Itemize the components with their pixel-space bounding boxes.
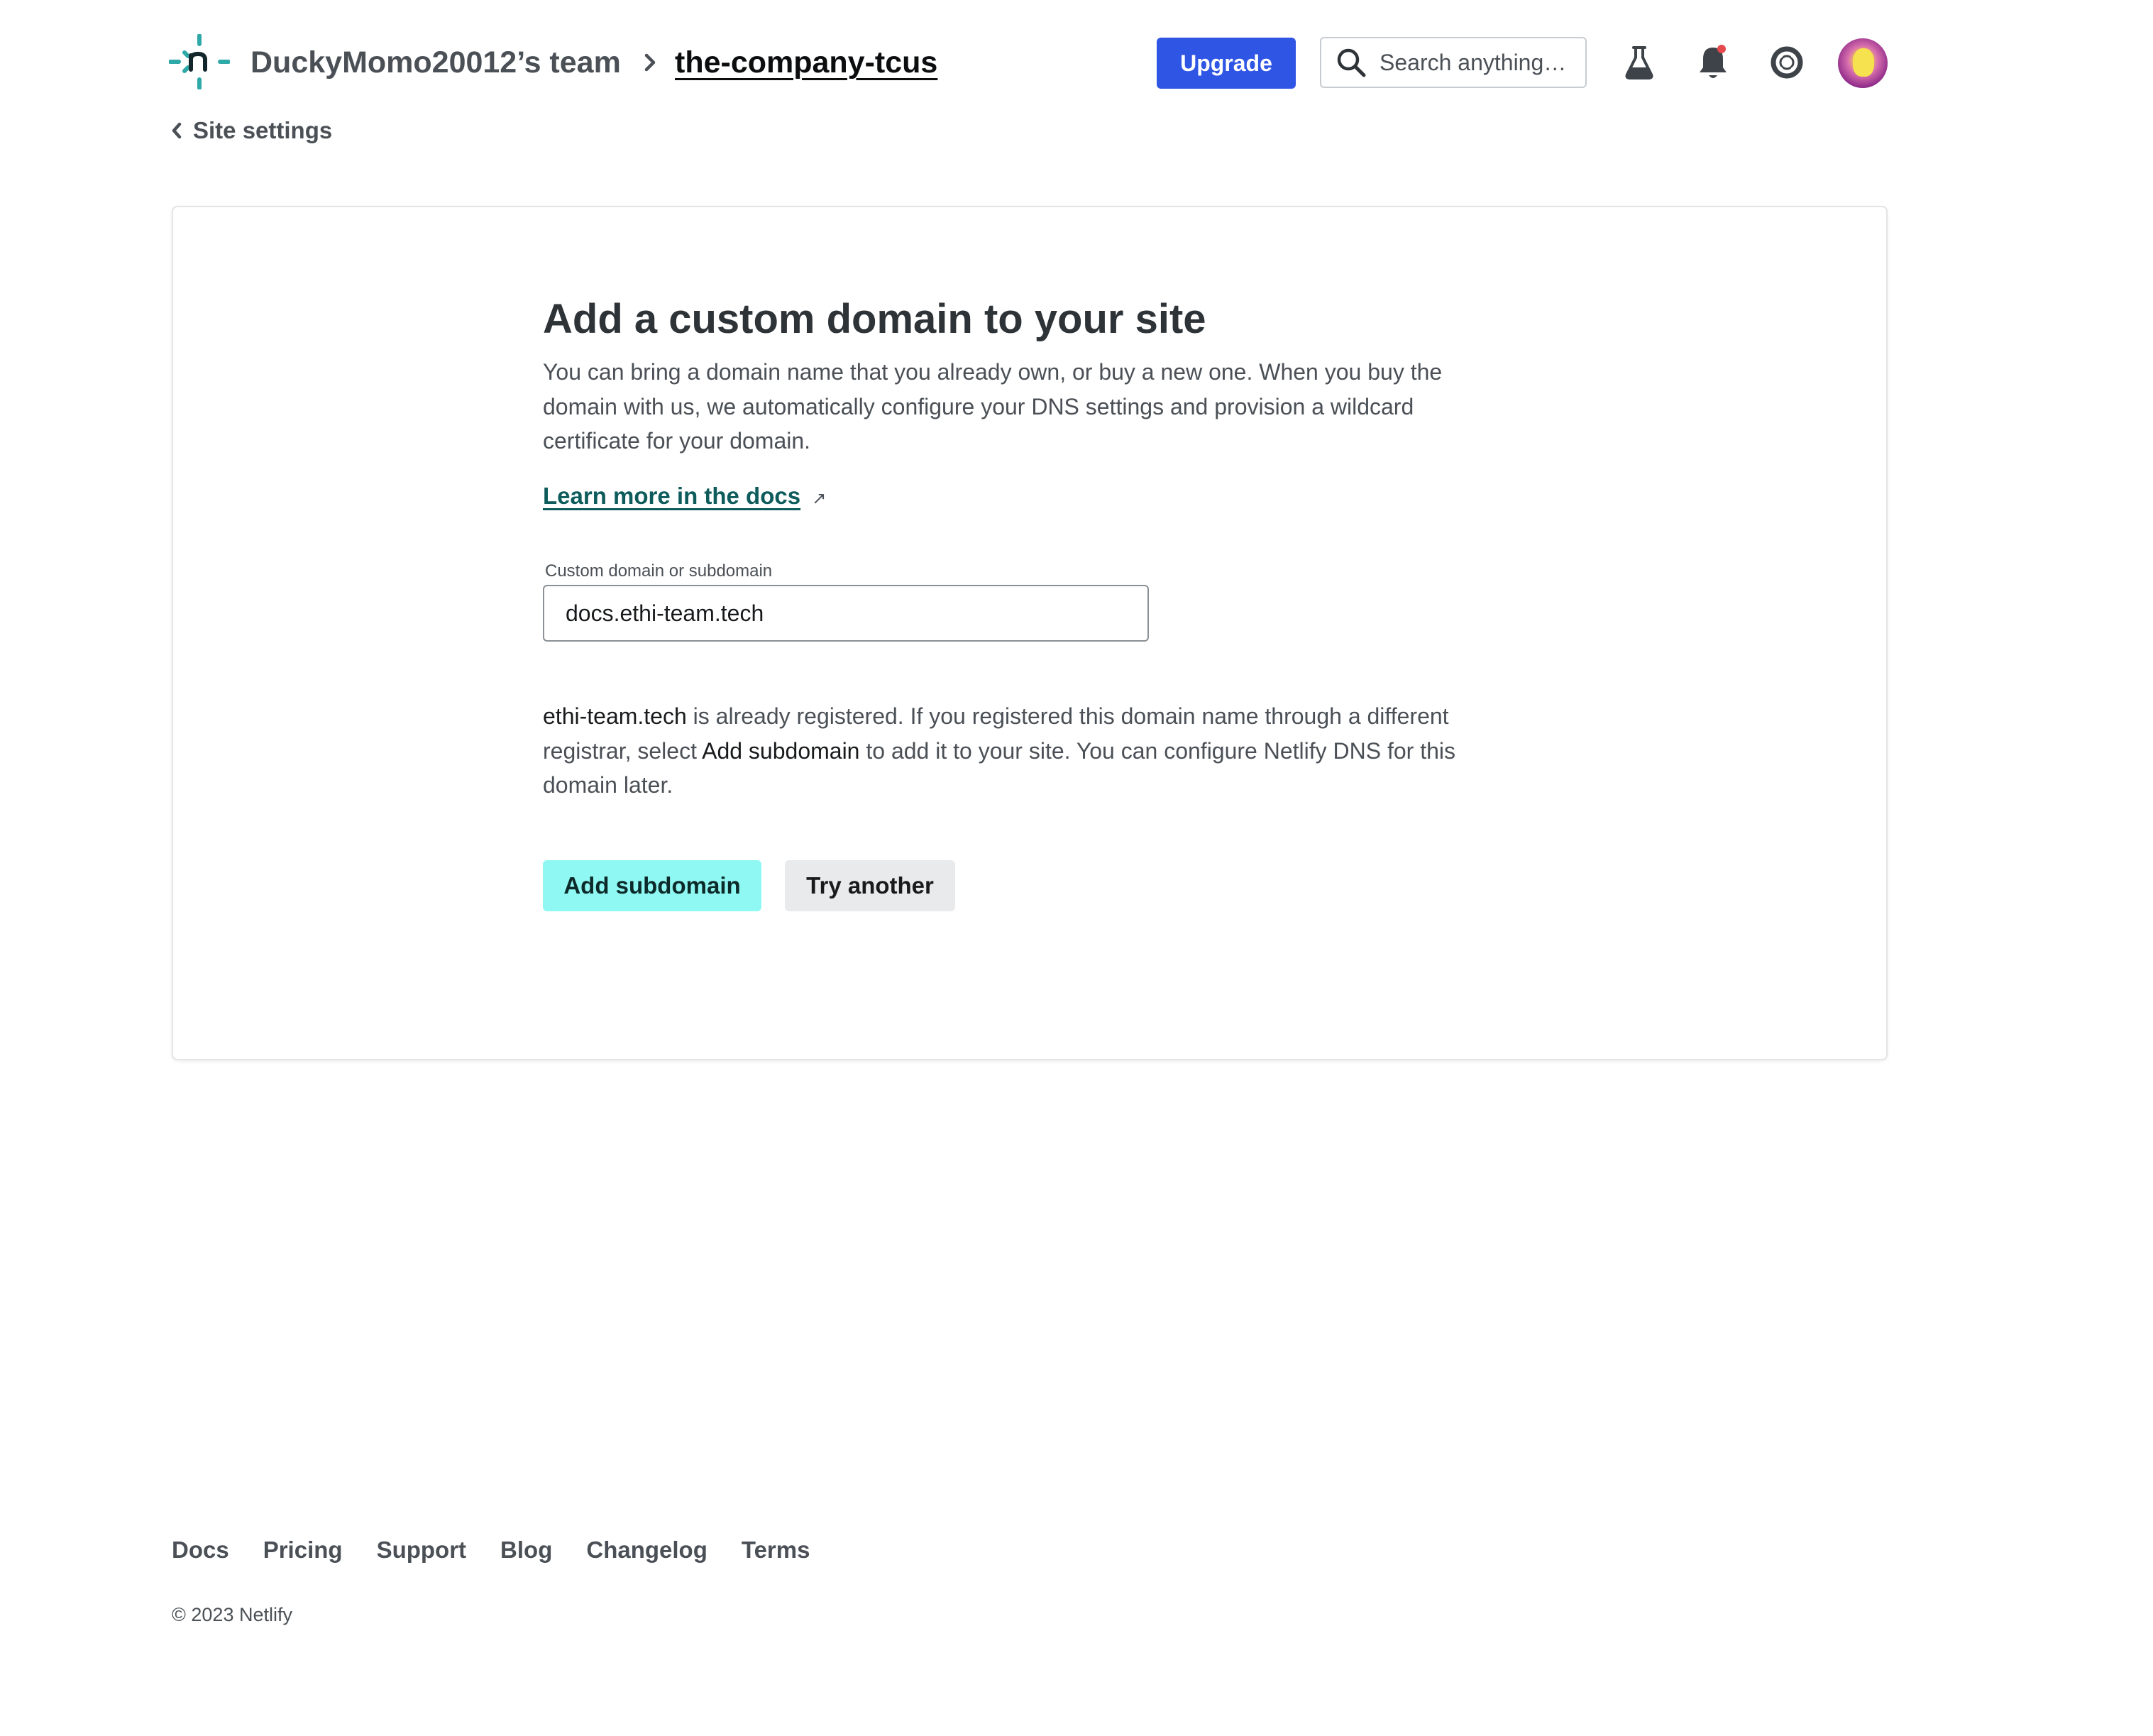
footer-link-terms[interactable]: Terms [742, 1536, 810, 1564]
upgrade-button[interactable]: Upgrade [1157, 38, 1296, 89]
back-label: Site settings [193, 117, 333, 143]
registered-domain: ethi-team.tech [543, 703, 687, 729]
external-link-icon: ↗ [812, 489, 827, 508]
docs-link[interactable]: Learn more in the docs ↗ [543, 483, 826, 510]
footer-link-pricing[interactable]: Pricing [263, 1536, 343, 1564]
footer-link-docs[interactable]: Docs [172, 1536, 229, 1564]
netlify-logo-icon[interactable] [168, 33, 231, 90]
avatar[interactable] [1838, 38, 1888, 88]
search-input[interactable]: Search anything… [1320, 37, 1587, 88]
try-another-button[interactable]: Try another [785, 860, 955, 911]
page-description: You can bring a domain name that you alr… [543, 359, 1443, 454]
docs-link-label[interactable]: Learn more in the docs [543, 483, 800, 510]
footer-nav: Docs Pricing Support Blog Changelog Term… [172, 1536, 810, 1564]
add-subdomain-button[interactable]: Add subdomain [543, 860, 761, 911]
chevron-left-icon [172, 122, 182, 139]
search-icon [1337, 48, 1366, 77]
already-registered-note: ethi-team.tech is already registered. If… [543, 699, 1494, 803]
avatar-duck-image [1853, 48, 1874, 77]
footer-link-blog[interactable]: Blog [500, 1536, 552, 1564]
copyright: © 2023 Netlify [172, 1604, 292, 1625]
custom-domain-input[interactable] [543, 585, 1149, 642]
footer-link-changelog[interactable]: Changelog [586, 1536, 707, 1564]
site-name-link[interactable]: the-company-tcus [675, 43, 937, 82]
help-lifebuoy-icon[interactable] [1766, 41, 1808, 84]
chevron-right-icon [642, 51, 659, 74]
back-to-site-settings-link[interactable]: Site settings [170, 116, 332, 145]
team-name[interactable]: DuckyMomo20012’s team [250, 43, 621, 82]
footer-link-support[interactable]: Support [377, 1536, 466, 1564]
bell-icon[interactable] [1692, 41, 1734, 84]
notification-dot [1717, 45, 1726, 53]
custom-domain-label: Custom domain or subdomain [545, 561, 773, 581]
page-title: Add a custom domain to your site [543, 296, 1206, 342]
flask-icon[interactable] [1618, 41, 1661, 84]
note-action: Add subdomain [702, 737, 860, 764]
search-placeholder: Search anything… [1380, 49, 1567, 75]
